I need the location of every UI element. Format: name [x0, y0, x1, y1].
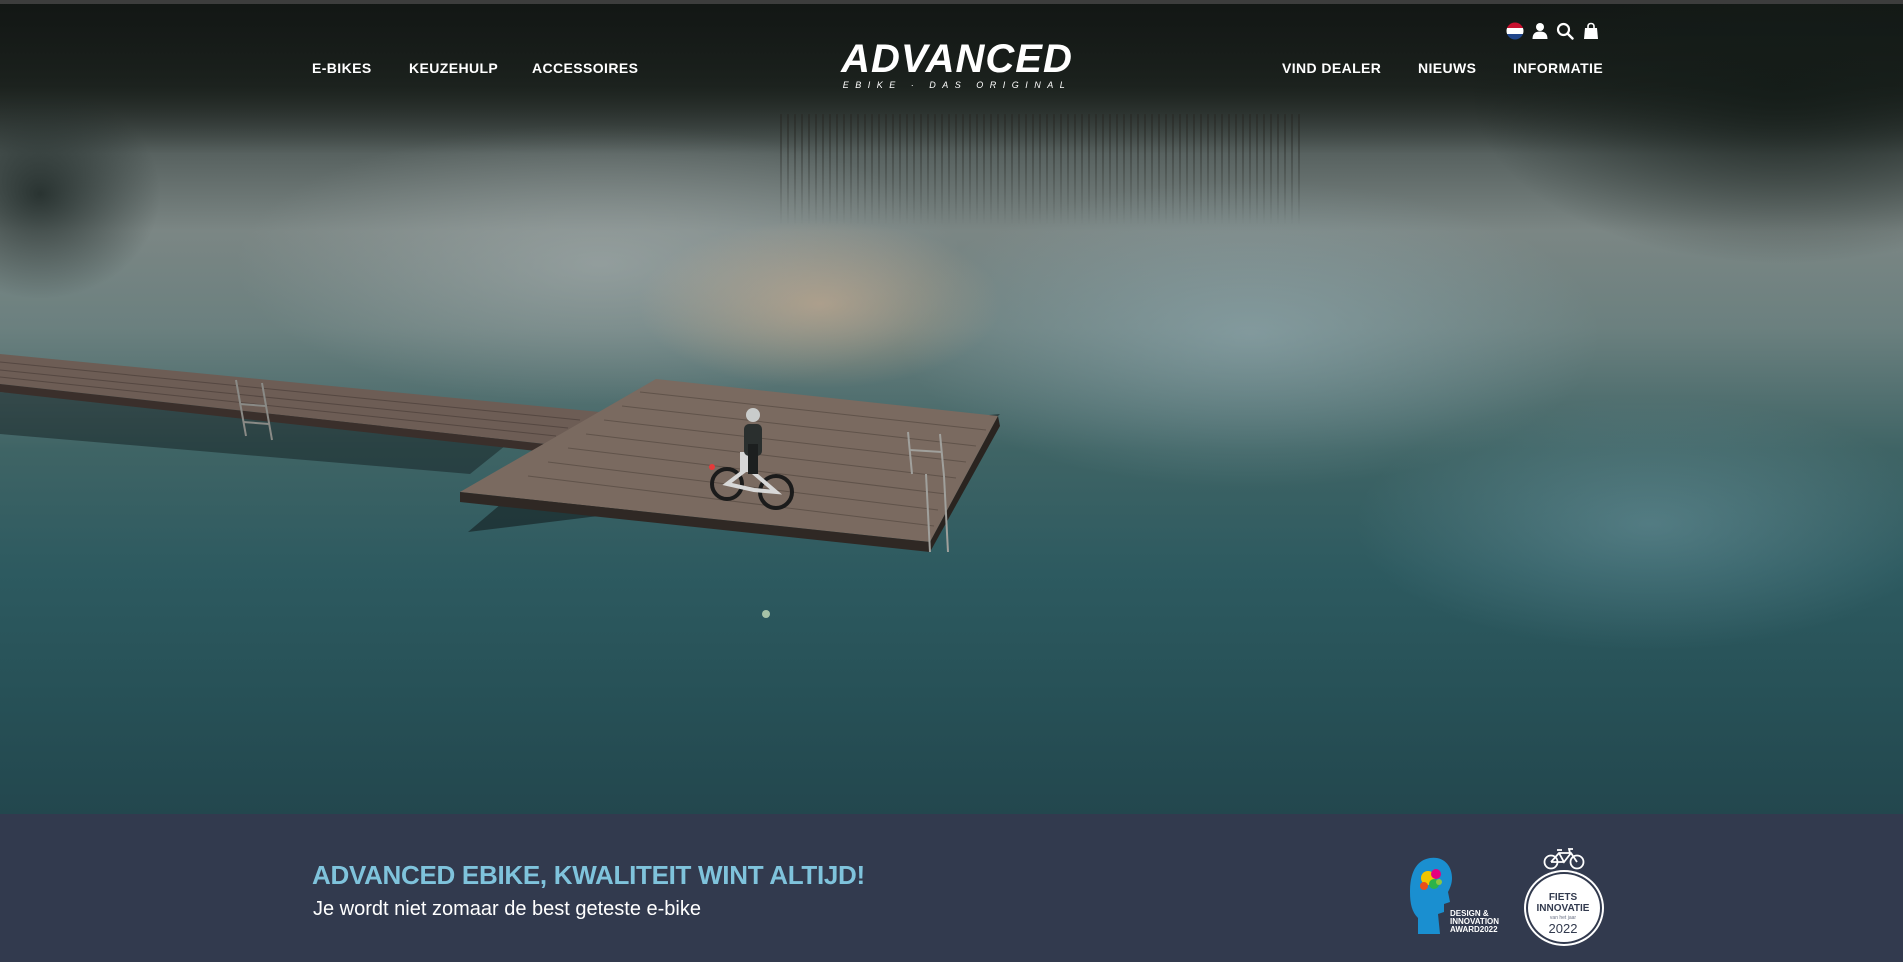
fiets-badge-year: 2022	[1548, 921, 1578, 936]
fiets-badge-line2: INNOVATIE	[1536, 903, 1590, 914]
header-utility-icons	[1506, 22, 1606, 44]
nav-ebikes[interactable]: E-BIKES	[312, 60, 372, 76]
flag-nl-icon[interactable]	[1506, 22, 1524, 40]
design-award-text: DESIGN & INNOVATION AWARD2022	[1450, 910, 1499, 934]
fiets-badge-line1: FIETS	[1548, 892, 1578, 903]
hero-video	[0, 4, 1903, 814]
intro-title: ADVANCED EBIKE, KWALITEIT WINT ALTIJD!	[312, 860, 865, 890]
logo-wordmark: ADVANCED	[841, 37, 1073, 81]
main-navigation: E-BIKES KEUZEHULP ACCESSOIRES ADVANCED E…	[0, 0, 1903, 100]
intro-subtitle: Je wordt niet zomaar de best geteste e-b…	[313, 898, 701, 920]
bicycle-icon	[1543, 848, 1585, 870]
user-icon[interactable]	[1531, 22, 1549, 40]
search-icon[interactable]	[1556, 22, 1574, 40]
nav-nieuws[interactable]: NIEUWS	[1418, 60, 1476, 76]
site-logo[interactable]: ADVANCED EBIKE · DAS ORIGINAL	[812, 38, 1102, 92]
logo-tagline: EBIKE · DAS ORIGINAL	[842, 80, 1072, 90]
nav-vind-dealer[interactable]: VIND DEALER	[1282, 60, 1381, 76]
hero-pier-illustration	[0, 354, 1000, 618]
intro-banner	[0, 814, 1903, 962]
nav-keuzehulp[interactable]: KEUZEHULP	[409, 60, 498, 76]
design-award-line3: AWARD2022	[1450, 925, 1498, 934]
nav-accessoires[interactable]: ACCESSOIRES	[532, 60, 638, 76]
cart-icon[interactable]	[1582, 22, 1600, 40]
nav-informatie[interactable]: INFORMATIE	[1513, 60, 1603, 76]
fiets-innovatie-badge: FIETS INNOVATIE van het jaar 2022	[1524, 848, 1604, 944]
design-innovation-award-badge: DESIGN & INNOVATION AWARD2022	[1408, 854, 1508, 938]
